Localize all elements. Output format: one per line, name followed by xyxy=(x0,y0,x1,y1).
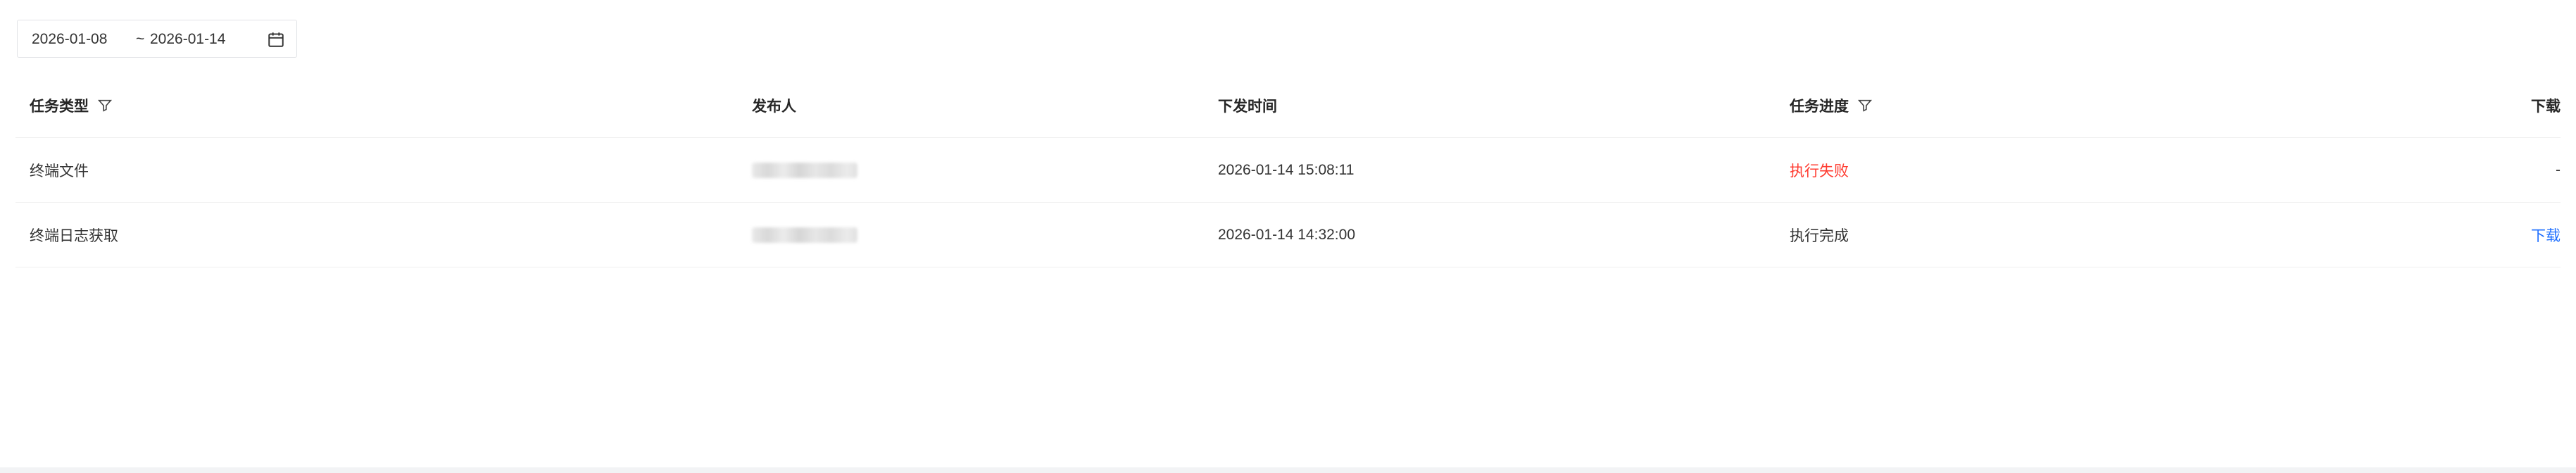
page-bottom-divider xyxy=(0,467,2576,473)
header-download-label: 下载 xyxy=(2531,98,2561,115)
header-progress: 任务进度 xyxy=(1790,73,1873,137)
row-publisher xyxy=(752,138,857,202)
header-task-type: 任务类型 xyxy=(30,73,113,137)
header-progress-label: 任务进度 xyxy=(1790,98,1849,115)
date-range-start[interactable]: 2026-01-08 xyxy=(32,31,107,48)
table-row: 终端文件 2026-01-14 15:08:11 执行失败 - xyxy=(15,138,2561,203)
table-header-row: 任务类型 发布人 下发时间 任务进度 下载 xyxy=(15,73,2561,138)
filter-icon[interactable] xyxy=(1857,98,1873,113)
filter-icon[interactable] xyxy=(97,98,113,113)
blurred-publisher-name xyxy=(752,227,857,243)
row-issue-time: 2026-01-14 14:32:00 xyxy=(1218,226,1355,243)
date-range-end[interactable]: 2026-01-14 xyxy=(150,31,225,48)
header-issue-time: 下发时间 xyxy=(1218,73,1277,137)
row-progress-status: 执行完成 xyxy=(1790,227,1849,244)
date-range-picker[interactable]: 2026-01-08 ~ 2026-01-14 xyxy=(17,20,297,58)
download-link[interactable]: 下载 xyxy=(2508,203,2561,267)
blurred-publisher-name xyxy=(752,162,857,178)
task-table: 任务类型 发布人 下发时间 任务进度 下载 终端文件 2026-01-14 15… xyxy=(15,73,2561,267)
row-issue-time: 2026-01-14 15:08:11 xyxy=(1218,161,1355,178)
header-issue-time-label: 下发时间 xyxy=(1218,98,1277,115)
header-publisher: 发布人 xyxy=(752,73,796,137)
calendar-icon[interactable] xyxy=(267,30,285,49)
row-download-placeholder: - xyxy=(2556,161,2561,178)
date-range-separator: ~ xyxy=(136,31,145,47)
row-publisher xyxy=(752,203,857,267)
row-task-type: 终端日志获取 xyxy=(30,227,118,244)
header-download: 下载 xyxy=(2508,73,2561,137)
row-task-type: 终端文件 xyxy=(30,163,89,179)
header-publisher-label: 发布人 xyxy=(752,98,796,115)
header-task-type-label: 任务类型 xyxy=(30,98,89,115)
table-row: 终端日志获取 2026-01-14 14:32:00 执行完成 下载 xyxy=(15,203,2561,267)
row-progress-status: 执行失败 xyxy=(1790,163,1849,179)
